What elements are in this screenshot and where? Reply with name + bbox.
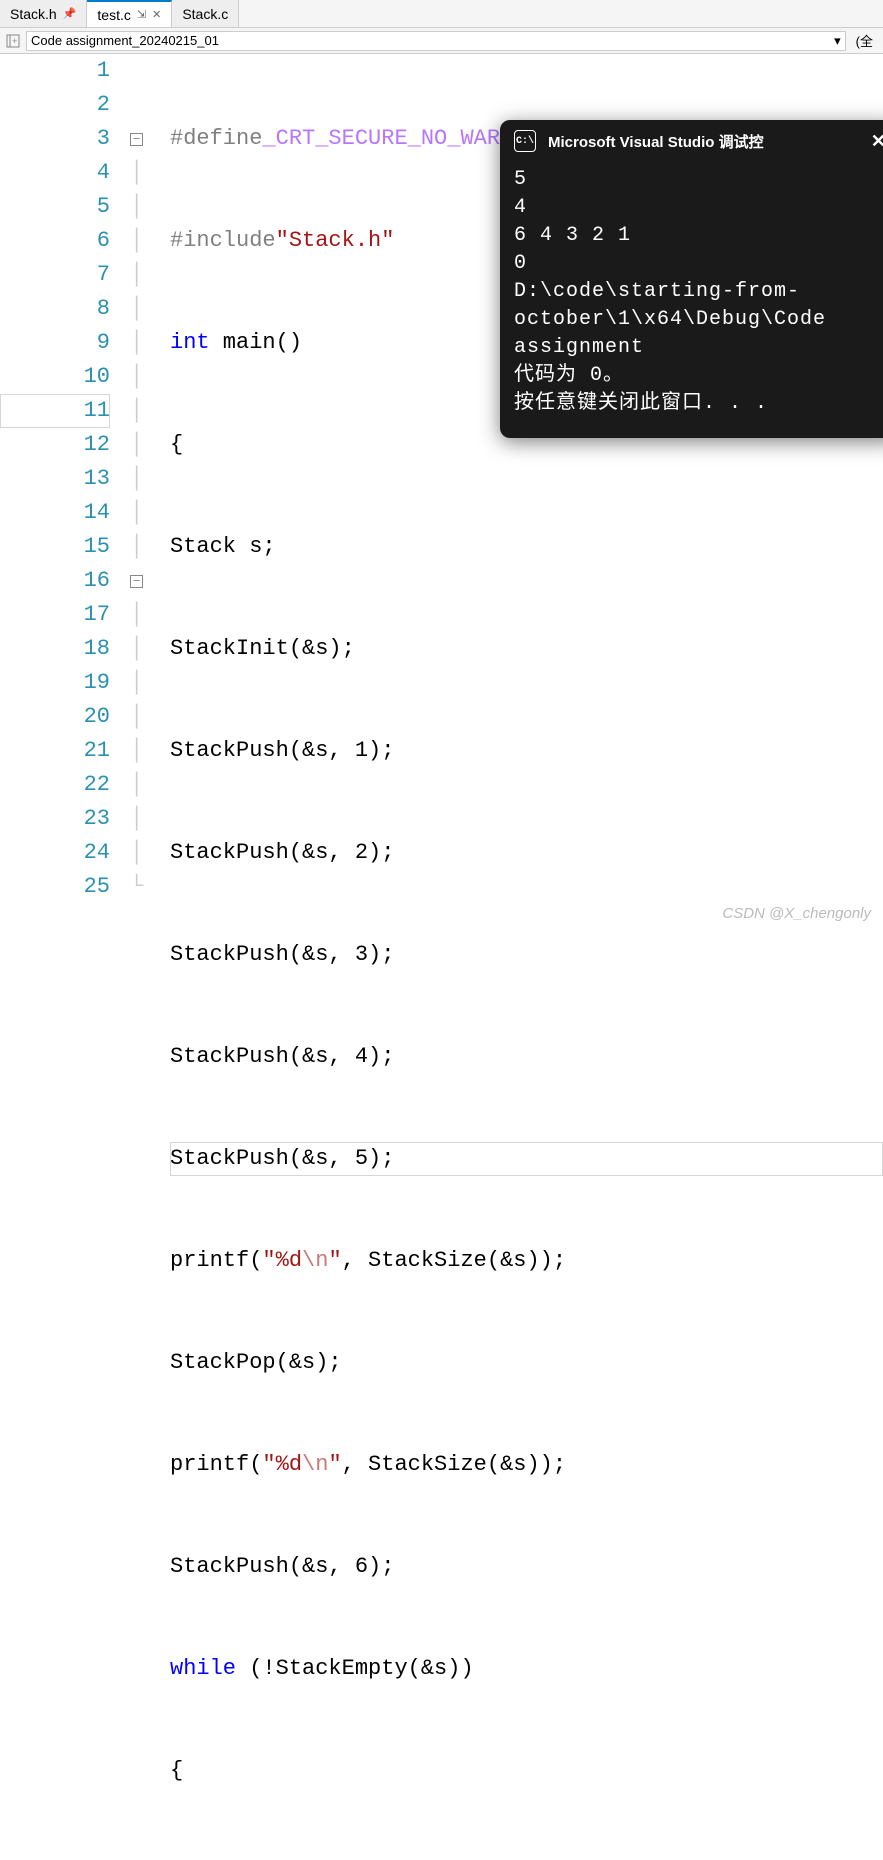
line-number: 17 <box>0 598 110 632</box>
line-number: 14 <box>0 496 110 530</box>
fold-column: − │ │ │ │ │ │ │ │ │ │ │ │ − │ │ │ │ │ │ … <box>130 54 170 1860</box>
line-number: 22 <box>0 768 110 802</box>
nav-icon[interactable]: + <box>4 33 22 49</box>
nav-extra: (全 <box>850 29 879 52</box>
console-output[interactable]: 5 4 6 4 3 2 1 0 D:\code\starting-from-oc… <box>500 162 883 438</box>
tab-stack-h[interactable]: Stack.h 📌 <box>0 0 87 27</box>
tab-label: test.c <box>97 7 130 23</box>
line-number: 23 <box>0 802 110 836</box>
tab-bar: Stack.h 📌 test.c ⇲ ✕ Stack.c <box>0 0 883 28</box>
terminal-icon: C:\ <box>514 130 536 152</box>
line-number: 4 <box>0 156 110 190</box>
line-number: 7 <box>0 258 110 292</box>
line-number: 2 <box>0 88 110 122</box>
close-icon[interactable]: ✕ <box>871 131 883 152</box>
svg-text:+: + <box>12 37 17 47</box>
console-title-text: Microsoft Visual Studio 调试控 <box>548 131 764 152</box>
pin-icon: ⇲ <box>137 8 146 21</box>
line-number: 11 <box>0 394 110 428</box>
line-number: 10 <box>0 360 110 394</box>
nav-bar: + Code assignment_20240215_01 ▾ (全 <box>0 28 883 54</box>
pin-icon: 📌 <box>63 7 77 20</box>
line-number: 18 <box>0 632 110 666</box>
line-number: 21 <box>0 734 110 768</box>
line-number: 1 <box>0 54 110 88</box>
project-dropdown[interactable]: Code assignment_20240215_01 ▾ <box>26 31 846 51</box>
line-number: 25 <box>0 870 110 904</box>
line-number: 20 <box>0 700 110 734</box>
line-number: 15 <box>0 530 110 564</box>
tab-test-c[interactable]: test.c ⇲ ✕ <box>87 0 172 27</box>
console-titlebar[interactable]: C:\ Microsoft Visual Studio 调试控 ✕ <box>500 120 883 162</box>
tab-label: Stack.c <box>182 6 228 22</box>
tab-stack-c[interactable]: Stack.c <box>172 0 239 27</box>
fold-toggle[interactable]: − <box>130 133 143 146</box>
line-number: 8 <box>0 292 110 326</box>
line-number: 24 <box>0 836 110 870</box>
line-number: 3 <box>0 122 110 156</box>
line-number: 6 <box>0 224 110 258</box>
line-number: 19 <box>0 666 110 700</box>
line-number: 5 <box>0 190 110 224</box>
chevron-down-icon: ▾ <box>834 33 841 49</box>
watermark: CSDN @X_chengonly <box>722 905 871 922</box>
fold-toggle[interactable]: − <box>130 575 143 588</box>
debug-console: C:\ Microsoft Visual Studio 调试控 ✕ 5 4 6 … <box>500 120 883 438</box>
line-number: 12 <box>0 428 110 462</box>
line-number: 13 <box>0 462 110 496</box>
project-name: Code assignment_20240215_01 <box>31 33 219 48</box>
line-number: 9 <box>0 326 110 360</box>
close-icon[interactable]: ✕ <box>152 8 161 21</box>
tab-label: Stack.h <box>10 6 57 22</box>
line-number: 16 <box>0 564 110 598</box>
line-gutter: 1 2 3 4 5 6 7 8 9 10 11 12 13 14 15 16 1… <box>0 54 130 1860</box>
